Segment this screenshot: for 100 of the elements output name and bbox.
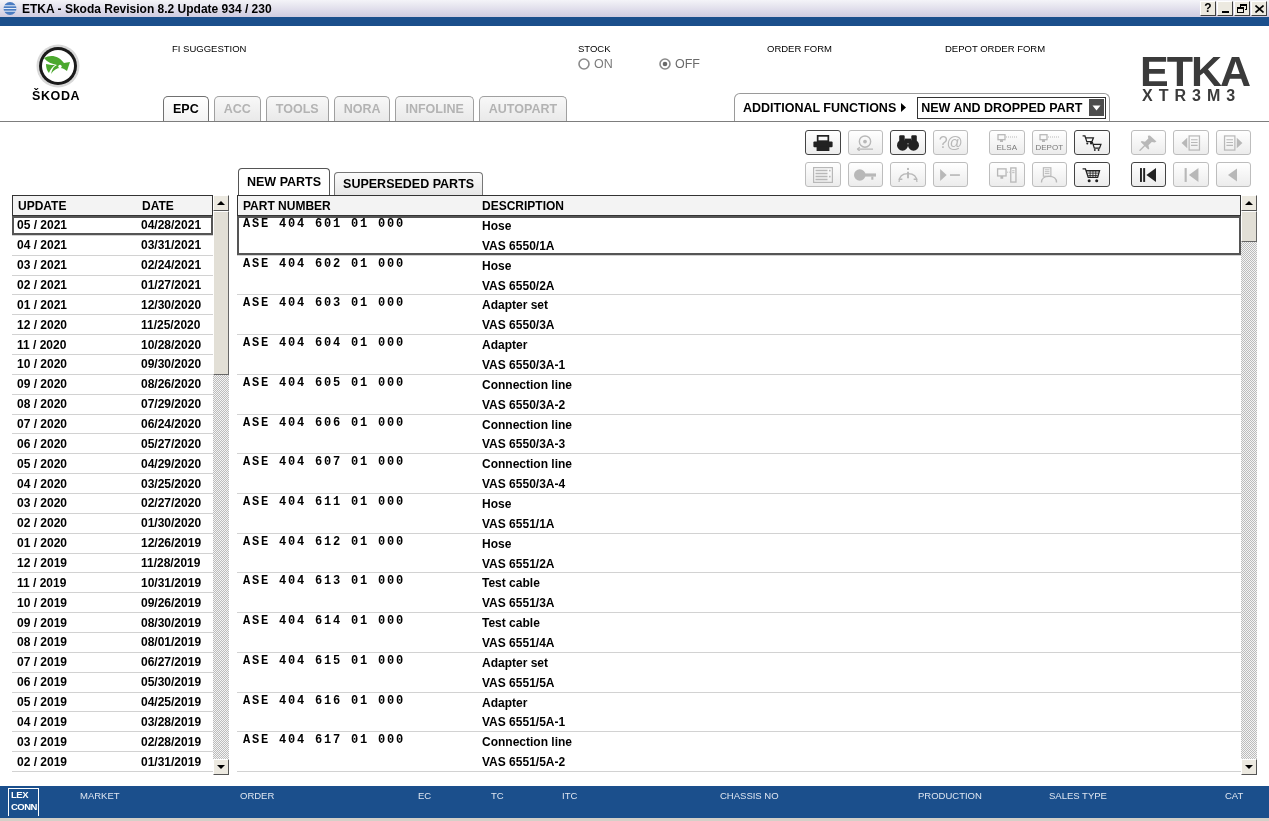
binoculars-button[interactable] <box>890 130 926 155</box>
update-row[interactable]: 04 / 2019 03/28/2019 <box>12 712 213 733</box>
update-row[interactable]: 02 / 2021 01/27/2021 <box>12 275 213 296</box>
part-number-cell: ASE 404 602 01 000 <box>243 256 406 271</box>
description-cell: Connection line <box>482 417 572 432</box>
update-row[interactable]: 04 / 2021 03/31/2021 <box>12 235 213 256</box>
update-row[interactable]: 06 / 2019 05/30/2019 <box>12 672 213 693</box>
update-row[interactable]: 10 / 2019 09/26/2019 <box>12 593 213 614</box>
part-code-cell: VAS 6551/3A <box>482 596 555 611</box>
description-cell: Test cable <box>482 576 540 591</box>
update-row[interactable]: 04 / 2020 03/25/2020 <box>12 474 213 495</box>
update-row[interactable]: 10 / 2020 09/30/2020 <box>12 355 213 375</box>
scroll-up-button[interactable] <box>213 195 229 211</box>
update-row[interactable]: 02 / 2020 01/30/2020 <box>12 513 213 534</box>
update-row[interactable]: 03 / 2020 02/27/2020 <box>12 494 213 514</box>
update-cell: 07 / 2020 <box>17 417 68 431</box>
close-button[interactable] <box>1251 1 1267 16</box>
update-row[interactable]: 05 / 2021 04/28/2021 <box>12 216 213 236</box>
restore-button[interactable] <box>1234 1 1250 16</box>
part-row[interactable]: ASE 404 615 01 000 Adapter set VAS 6551/5A <box>237 652 1241 693</box>
print-button[interactable] <box>805 130 841 155</box>
scroll-up-button[interactable] <box>1241 195 1257 211</box>
part-number-cell: ASE 404 604 01 000 <box>243 336 406 351</box>
update-row[interactable]: 07 / 2020 06/24/2020 <box>12 414 213 435</box>
update-row[interactable]: 11 / 2020 10/28/2020 <box>12 335 213 355</box>
module-tab[interactable]: EPC <box>163 96 209 121</box>
part-row[interactable]: ASE 404 613 01 000 Test cable VAS 6551/3A <box>237 573 1241 614</box>
update-row[interactable]: 12 / 2020 11/25/2020 <box>12 315 213 336</box>
update-row[interactable]: 03 / 2021 02/24/2021 <box>12 255 213 276</box>
date-cell: 11/28/2019 <box>141 556 201 571</box>
close-icon <box>1254 4 1264 13</box>
cart-button[interactable] <box>1074 162 1110 187</box>
company-logo: LEX CONN <box>8 788 39 816</box>
stock-option[interactable]: OFF <box>659 57 700 71</box>
part-row[interactable]: ASE 404 611 01 000 Hose VAS 6551/1A <box>237 494 1241 534</box>
update-cell: 11 / 2019 <box>17 575 67 590</box>
part-row[interactable]: ASE 404 617 01 000 Connection line VAS 6551/5A-2 <box>237 732 1241 773</box>
part-row[interactable]: ASE 404 604 01 000 Adapter VAS 6550/3A-1 <box>237 335 1241 375</box>
update-row[interactable]: 06 / 2020 05/27/2020 <box>12 434 213 455</box>
scroll-down-button[interactable] <box>1241 759 1257 775</box>
carts-button[interactable] <box>1074 130 1110 155</box>
update-cell: 10 / 2019 <box>17 595 68 610</box>
update-row[interactable]: 07 / 2019 06/27/2019 <box>12 652 213 673</box>
update-row[interactable]: 05 / 2019 04/25/2019 <box>12 692 213 713</box>
date-cell: 09/30/2020 <box>141 357 202 372</box>
stock-option[interactable]: ON <box>578 57 659 71</box>
part-number-cell: ASE 404 612 01 000 <box>243 534 406 549</box>
scroll-down-button[interactable] <box>213 759 229 775</box>
update-row[interactable]: 05 / 2020 04/29/2020 <box>12 454 213 475</box>
minimize-button[interactable] <box>1217 1 1233 16</box>
update-cell: 01 / 2020 <box>17 536 68 551</box>
column-header: DATE <box>142 198 174 213</box>
update-row[interactable]: 09 / 2020 08/26/2020 <box>12 374 213 395</box>
first-button[interactable] <box>1130 162 1166 187</box>
printer-icon <box>811 134 834 151</box>
update-row[interactable]: 08 / 2020 07/29/2020 <box>12 394 213 415</box>
part-row[interactable]: ASE 404 616 01 000 Adapter VAS 6551/5A-1 <box>237 692 1241 733</box>
part-code-cell: VAS 6551/1A <box>482 516 555 531</box>
part-row[interactable]: ASE 404 614 01 000 Test cable VAS 6551/4A <box>237 613 1241 653</box>
update-row[interactable]: 02 / 2019 01/31/2019 <box>12 752 213 773</box>
parts-tab[interactable]: SUPERSEDED PARTS <box>334 172 484 195</box>
update-cell: 02 / 2021 <box>17 278 68 292</box>
part-code-cell: VAS 6550/3A <box>482 318 555 333</box>
page-forward-icon <box>1222 134 1245 151</box>
function-dropdown[interactable]: NEW AND DROPPED PART <box>917 96 1107 119</box>
update-row[interactable]: 08 / 2019 08/01/2019 <box>12 633 213 653</box>
part-row[interactable]: ASE 404 602 01 000 Hose VAS 6550/2A <box>237 255 1241 296</box>
carts-icon <box>1080 134 1103 151</box>
date-cell: 12/26/2019 <box>141 536 202 551</box>
description-cell: Adapter <box>482 338 528 353</box>
part-row[interactable]: ASE 404 601 01 000 Hose VAS 6550/1A <box>237 216 1241 256</box>
parts-tab[interactable]: NEW PARTS <box>238 168 331 195</box>
update-row[interactable]: 09 / 2019 08/30/2019 <box>12 613 213 634</box>
scrollbar-thumb[interactable] <box>1241 211 1257 242</box>
part-code-cell: VAS 6550/2A <box>482 278 555 293</box>
description-cell: Hose <box>482 258 512 273</box>
part-row[interactable]: ASE 404 607 01 000 Connection line VAS 6550/3A-4 <box>237 454 1241 495</box>
status-label: CHASSIS NO <box>720 790 779 801</box>
date-cell: 06/27/2019 <box>141 655 202 670</box>
part-row[interactable]: ASE 404 603 01 000 Adapter set VAS 6550/3A <box>237 295 1241 336</box>
update-row[interactable]: 01 / 2021 12/30/2020 <box>12 295 213 316</box>
update-row[interactable]: 12 / 2019 11/28/2019 <box>12 553 213 574</box>
page-back-icon <box>1179 134 1202 151</box>
part-row[interactable]: ASE 404 612 01 000 Hose VAS 6551/2A <box>237 533 1241 574</box>
scrollbar-thumb[interactable] <box>213 211 229 375</box>
update-row[interactable]: 03 / 2019 02/28/2019 <box>12 732 213 753</box>
help-button[interactable]: ? <box>1200 1 1216 16</box>
status-label: ITC <box>562 790 578 801</box>
update-cell: 03 / 2019 <box>17 734 68 749</box>
part-row[interactable]: ASE 404 605 01 000 Connection line VAS 6550/3A-2 <box>237 374 1241 415</box>
description-cell: Connection line <box>482 457 572 472</box>
part-number-cell: ASE 404 606 01 000 <box>243 415 406 430</box>
description-cell: Adapter set <box>482 655 549 670</box>
update-cell: 11 / 2020 <box>17 337 67 352</box>
date-cell: 04/28/2021 <box>141 218 202 233</box>
update-row[interactable]: 11 / 2019 10/31/2019 <box>12 573 213 594</box>
part-row[interactable]: ASE 404 606 01 000 Connection line VAS 6550/3A-3 <box>237 414 1241 455</box>
winged-arrow-logo-icon <box>36 44 80 88</box>
update-row[interactable]: 01 / 2020 12/26/2019 <box>12 533 213 554</box>
update-cell: 09 / 2020 <box>17 377 68 392</box>
